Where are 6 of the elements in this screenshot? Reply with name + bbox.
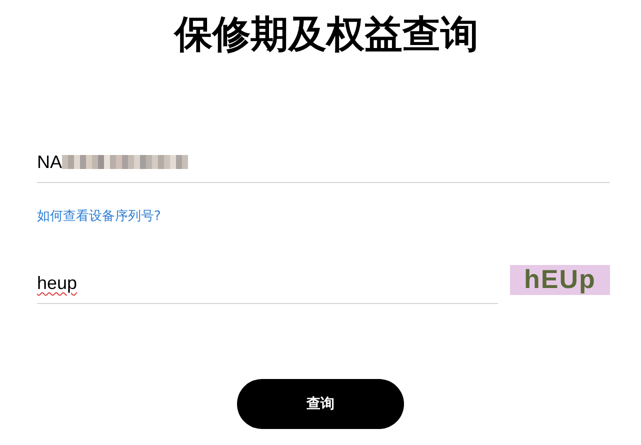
captcha-input-field[interactable]: heup	[37, 263, 498, 304]
serial-number-field[interactable]: NA	[37, 142, 610, 183]
captcha-image[interactable]: hEUp	[510, 264, 610, 294]
help-link[interactable]: 如何查看设备序列号?	[37, 207, 161, 225]
page-title: 保修期及权益查询	[172, 11, 480, 58]
query-button[interactable]: 查询	[237, 379, 404, 429]
